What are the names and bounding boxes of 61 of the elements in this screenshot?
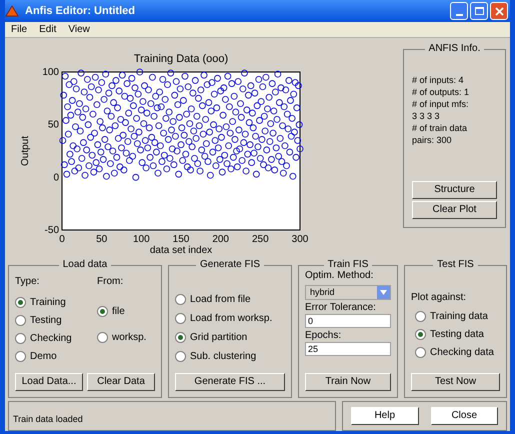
radio-label: Testing — [30, 314, 62, 328]
field-label: Epochs: — [305, 330, 342, 342]
radio-label: Load from worksp. — [190, 312, 272, 326]
push-button[interactable]: Clear Data — [87, 373, 155, 391]
axis-tick-label: 150 — [172, 234, 190, 245]
group-title: ANFIS Info. — [428, 44, 482, 54]
group-title: Load data — [62, 260, 108, 270]
axis-tick-label: 50 — [96, 234, 108, 245]
push-button[interactable]: Close — [430, 407, 498, 425]
window-title: Anfis Editor: Untitled — [25, 4, 135, 19]
group-title: Test FIS — [436, 260, 475, 270]
push-button[interactable]: Clear Plot — [412, 201, 497, 219]
group-title: Train FIS — [326, 260, 370, 270]
axis-tick-label: 100 — [133, 234, 150, 245]
info-text: pairs: 300 — [412, 134, 453, 146]
info-text: # of input mfs: — [412, 98, 470, 110]
axis-tick-label: 0 — [53, 172, 59, 184]
axis-tick-label: -50 — [44, 225, 59, 236]
status-text: Train data loaded — [13, 414, 83, 424]
axis-tick-label: 250 — [252, 234, 269, 245]
chart-title: Training Data (ooo) — [134, 53, 228, 65]
push-button[interactable]: Test Now — [411, 373, 500, 391]
info-text: # of outputs: 1 — [412, 86, 470, 98]
menu-item[interactable]: View — [68, 24, 90, 34]
radio-label: Checking — [30, 332, 72, 346]
radio-label: file — [112, 304, 125, 318]
field-label: Error Tolerance: — [305, 302, 377, 314]
radio-label: Sub. clustering — [190, 350, 256, 364]
field-label: Optim. Method: — [305, 270, 374, 282]
info-text: # of train data — [412, 122, 468, 134]
method-dropdown[interactable]: hybrid — [305, 285, 391, 300]
axis-tick-label: 0 — [59, 234, 65, 245]
axis-tick-label: 300 — [292, 234, 308, 245]
info-text: 3 3 3 3 — [412, 110, 441, 122]
axis-label: data set index — [150, 245, 212, 256]
radio-label: Demo — [30, 350, 57, 364]
push-button[interactable]: Generate FIS ... — [175, 373, 285, 391]
axis-tick-label: 200 — [212, 234, 229, 245]
radio-label: Training data — [430, 310, 488, 324]
radio-label: Load from file — [190, 292, 251, 306]
axis-label: Output — [20, 136, 31, 166]
radio-label: Grid partition — [190, 330, 248, 344]
push-button[interactable]: Train Now — [305, 373, 391, 391]
radio-label: Checking data — [430, 346, 494, 360]
field-label: Plot against: — [411, 291, 468, 305]
radio-label: Training — [30, 296, 66, 310]
info-text: # of inputs: 4 — [412, 74, 465, 86]
input-field[interactable]: 0 — [305, 314, 391, 328]
group-title: Generate FIS — [198, 260, 262, 270]
radio-label: worksp. — [112, 330, 146, 344]
axis-tick-label: 50 — [48, 120, 59, 131]
push-button[interactable]: Load Data... — [15, 373, 83, 391]
field-label: From: — [97, 275, 124, 289]
field-label: Type: — [15, 275, 40, 289]
menu-item[interactable]: Edit — [39, 24, 56, 34]
axis-tick-label: 100 — [42, 67, 59, 78]
push-button[interactable]: Structure — [412, 181, 497, 199]
radio-label: Testing data — [430, 328, 484, 342]
push-button[interactable]: Help — [351, 407, 418, 425]
input-field[interactable]: 25 — [305, 342, 391, 356]
menu-item[interactable]: File — [11, 24, 28, 34]
